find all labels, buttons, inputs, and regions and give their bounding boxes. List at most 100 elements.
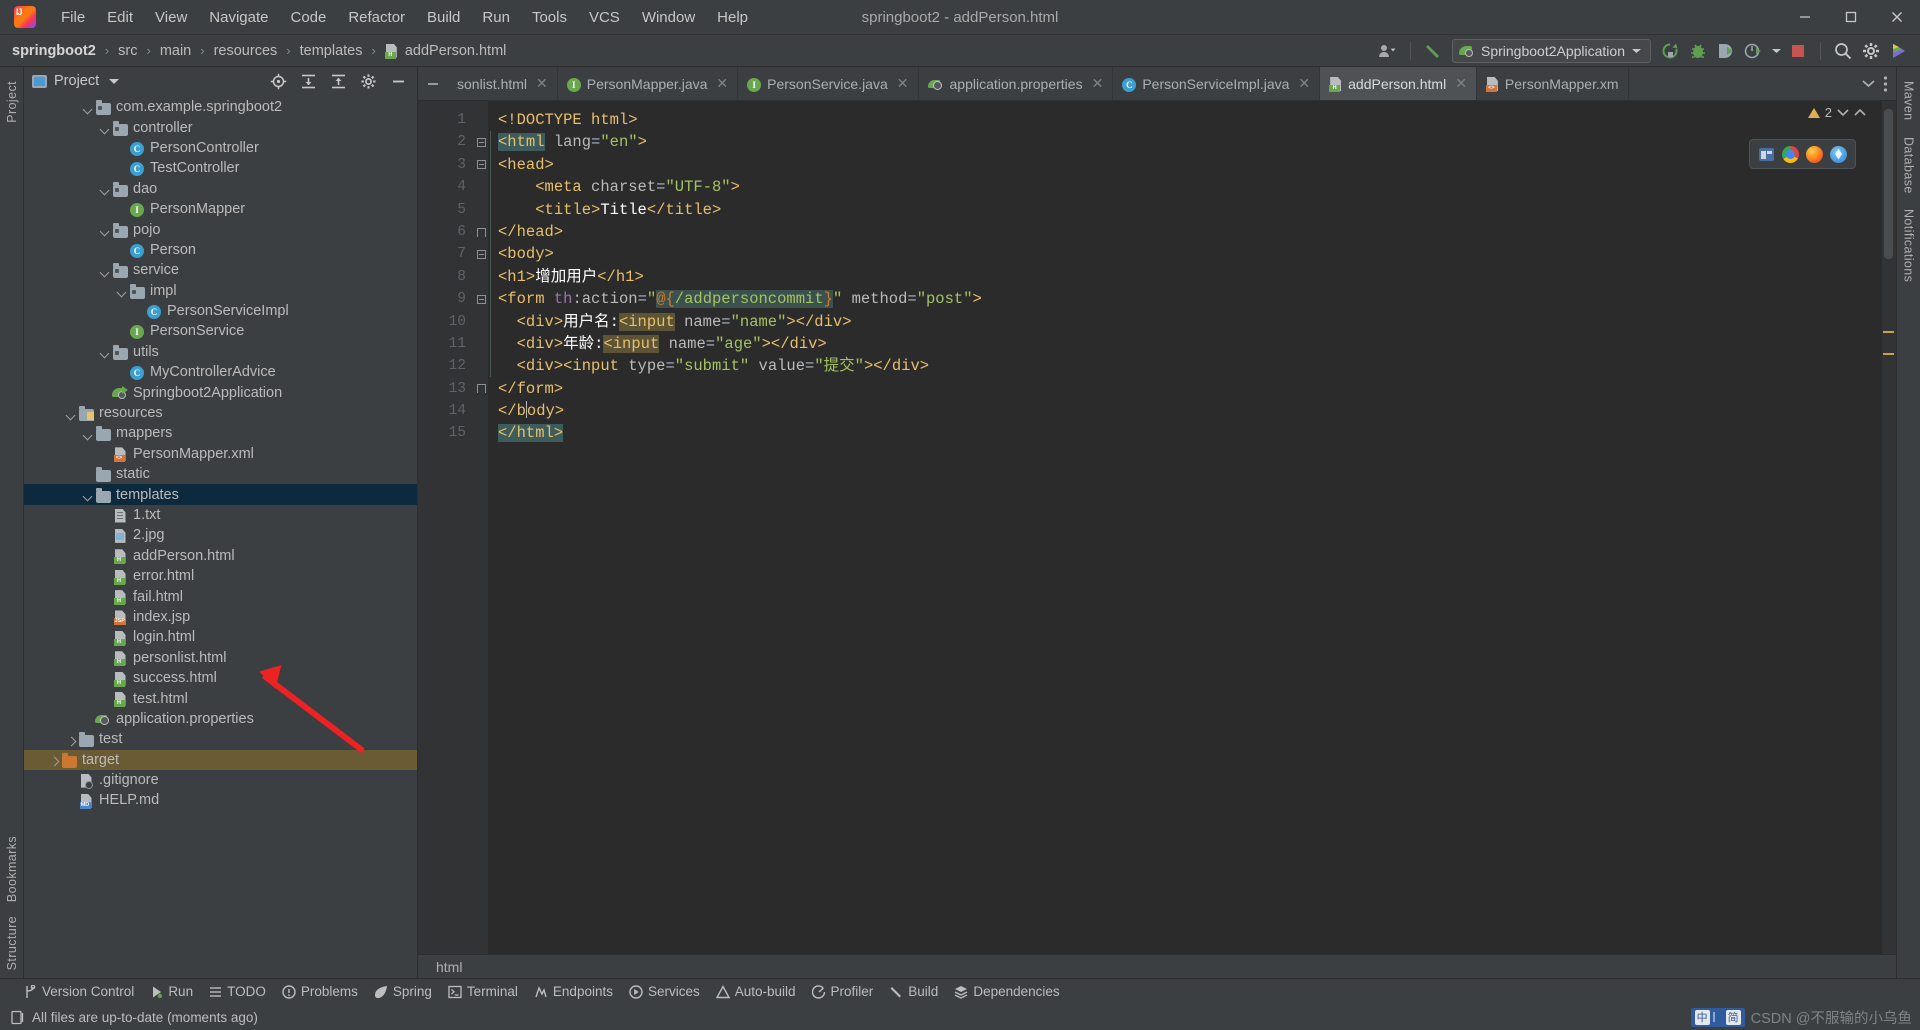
tool-strip-bookmarks[interactable]: Bookmarks [3, 828, 21, 910]
tree-node-personserviceimpl[interactable]: C PersonServiceImpl [24, 301, 417, 321]
hide-panel-icon[interactable] [385, 68, 411, 94]
fold-region[interactable] [474, 378, 488, 400]
chevron-down-icon[interactable] [108, 77, 120, 86]
ide-browser-icon[interactable] [1758, 146, 1775, 163]
breadcrumb-item-src[interactable]: src [116, 42, 139, 60]
fold-region[interactable] [474, 176, 488, 198]
line-number-12[interactable]: 12 [418, 355, 474, 377]
chevron-down-icon[interactable] [99, 264, 112, 278]
tool-button-terminal[interactable]: Terminal [448, 984, 518, 999]
line-number-2[interactable]: 2 [418, 131, 474, 153]
tree-node-personmapper-xml[interactable]: <> PersonMapper.xml [24, 444, 417, 464]
tree-node-testcontroller[interactable]: C TestController [24, 158, 417, 178]
more-vertical-icon[interactable] [1883, 75, 1888, 93]
breadcrumb-item-main[interactable]: main [158, 42, 193, 60]
line-number-5[interactable]: 5 [418, 199, 474, 221]
tool-button-services[interactable]: Services [629, 984, 700, 999]
run-configuration-selector[interactable]: Springboot2Application [1452, 38, 1651, 63]
tree-node-fail-html[interactable]: Hfail.html [24, 586, 417, 606]
fold-region[interactable] [474, 333, 488, 355]
close-tab-icon[interactable]: ✕ [536, 75, 548, 92]
tree-node-test-html[interactable]: Htest.html [24, 688, 417, 708]
tool-button-version-control[interactable]: Version Control [24, 984, 134, 999]
chevron-down-icon[interactable] [99, 345, 112, 359]
tree-node-personmapper[interactable]: I PersonMapper [24, 199, 417, 219]
rerun-icon[interactable] [1657, 38, 1683, 64]
tree-node-person[interactable]: C Person [24, 240, 417, 260]
fold-region[interactable] [474, 199, 488, 221]
collapse-all-icon[interactable] [325, 68, 351, 94]
fold-region[interactable] [474, 400, 488, 422]
menu-item-run[interactable]: Run [471, 6, 521, 29]
tool-button-auto-build[interactable]: Auto-build [715, 984, 796, 999]
fold-region[interactable] [474, 311, 488, 333]
stop-icon[interactable] [1785, 38, 1811, 64]
breadcrumb-item-file[interactable]: addPerson.html [403, 42, 509, 60]
menu-item-tools[interactable]: Tools [521, 6, 578, 29]
chevron-down-icon[interactable] [116, 284, 129, 298]
tool-strip-maven[interactable]: Maven [1900, 73, 1918, 129]
breadcrumb-item-templates[interactable]: templates [298, 42, 365, 60]
tree-node-test[interactable]: test [24, 729, 417, 749]
menu-item-navigate[interactable]: Navigate [198, 6, 279, 29]
chevron-down-icon[interactable] [99, 182, 112, 196]
line-number-13[interactable]: 13 [418, 378, 474, 400]
chevron-right-icon[interactable] [48, 753, 61, 767]
editor-tab-personlist-html[interactable]: sonlist.html ✕ [448, 67, 558, 100]
tree-node-2-jpg[interactable]: 2.jpg [24, 525, 417, 545]
tool-strip-project[interactable]: Project [3, 73, 21, 131]
tool-button-dependencies[interactable]: Dependencies [954, 984, 1060, 999]
code-folding-column[interactable] [474, 101, 488, 954]
menu-item-build[interactable]: Build [416, 6, 471, 29]
chevron-right-icon[interactable] [65, 733, 78, 747]
tool-button-build[interactable]: Build [889, 984, 938, 999]
tree-node-application-properties[interactable]: application.properties [24, 709, 417, 729]
chevron-down-icon[interactable] [99, 223, 112, 237]
fold-region[interactable] [474, 422, 488, 444]
tree-node-login-html[interactable]: Hlogin.html [24, 627, 417, 647]
tool-strip-notifications[interactable]: Notifications [1900, 201, 1918, 290]
chevron-down-icon[interactable] [99, 121, 112, 135]
run-with-coverage-icon[interactable] [1713, 38, 1739, 64]
menu-item-window[interactable]: Window [631, 6, 706, 29]
chevron-down-icon[interactable] [65, 407, 78, 420]
chevron-down-icon[interactable] [1862, 79, 1875, 88]
tree-node-index-jsp[interactable]: JSP index.jsp [24, 607, 417, 627]
fold-region[interactable] [474, 288, 488, 310]
chevron-down-icon[interactable] [82, 488, 95, 502]
line-number-11[interactable]: 11 [418, 333, 474, 355]
breadcrumb-item-resources[interactable]: resources [212, 42, 280, 60]
fold-region[interactable] [474, 109, 488, 131]
debug-icon[interactable] [1685, 38, 1711, 64]
tree-node-success-html[interactable]: Hsuccess.html [24, 668, 417, 688]
close-tab-icon[interactable]: ✕ [716, 75, 728, 92]
error-stripe-marker-bar[interactable] [1882, 101, 1896, 954]
tree-node-mycontrolleradvice[interactable]: C MyControllerAdvice [24, 362, 417, 382]
line-number-6[interactable]: 6 [418, 221, 474, 243]
tree-node-resources[interactable]: resources [24, 403, 417, 423]
chevron-up-icon[interactable] [1854, 108, 1866, 117]
hide-editor-tabs-icon[interactable] [426, 77, 440, 91]
tool-button-todo[interactable]: TODO [209, 984, 266, 999]
line-number-15[interactable]: 15 [418, 422, 474, 444]
line-number-9[interactable]: 9 [418, 288, 474, 310]
chevron-down-icon[interactable] [1837, 108, 1849, 117]
editor-tab-personservice-java[interactable]: I PersonService.java ✕ [738, 67, 919, 100]
fold-region[interactable] [474, 154, 488, 176]
user-dropdown-icon[interactable] [1375, 38, 1401, 64]
tool-button-endpoints[interactable]: Endpoints [534, 984, 613, 999]
tree-node-personservice[interactable]: I PersonService [24, 321, 417, 341]
close-tab-icon[interactable]: ✕ [897, 75, 909, 92]
close-tab-icon[interactable]: ✕ [1092, 75, 1104, 92]
line-number-10[interactable]: 10 [418, 311, 474, 333]
tree-node-addperson-html[interactable]: HaddPerson.html [24, 546, 417, 566]
ime-indicator[interactable]: 中 简 [1690, 1007, 1745, 1027]
tree-node-utils[interactable]: utils [24, 342, 417, 362]
tree-node-pojo[interactable]: pojo [24, 219, 417, 239]
warning-stripe-marker[interactable] [1883, 331, 1894, 333]
tool-strip-database[interactable]: Database [1900, 129, 1918, 202]
tree-node-controller[interactable]: controller [24, 117, 417, 137]
firefox-icon[interactable] [1806, 145, 1823, 163]
breadcrumb-item-project[interactable]: springboot2 [10, 42, 98, 60]
tree-node-personlist-html[interactable]: Hpersonlist.html [24, 648, 417, 668]
